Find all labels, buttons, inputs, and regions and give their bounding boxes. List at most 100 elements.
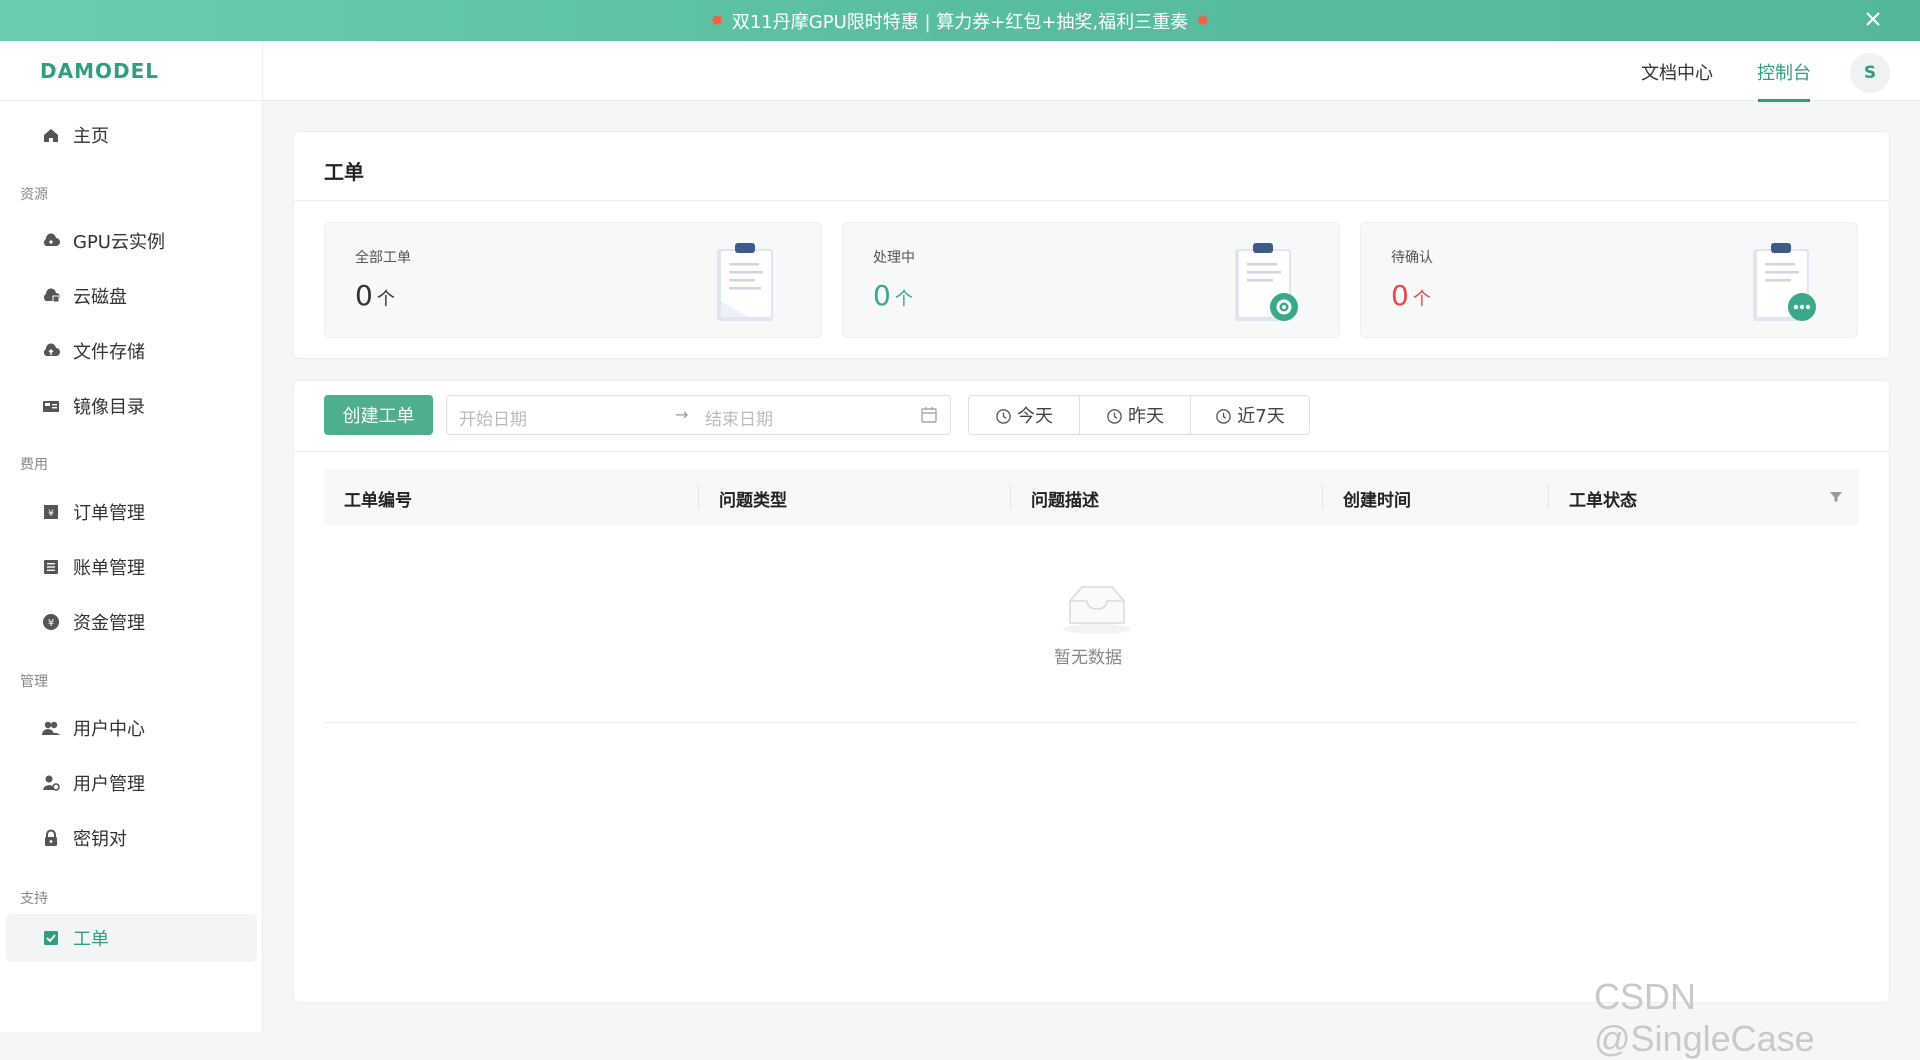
image-catalog-icon	[43, 401, 59, 412]
stat-unit: 个	[376, 289, 395, 310]
column-separator	[1010, 485, 1011, 509]
sidebar-item-label: 用户管理	[73, 774, 145, 795]
bill-icon	[44, 560, 58, 574]
nav-group-management: 管理	[20, 674, 48, 690]
close-icon[interactable]	[1862, 8, 1884, 30]
svg-text:¥: ¥	[48, 618, 54, 629]
home-icon	[44, 129, 58, 142]
clock-icon	[1107, 408, 1122, 424]
cloud-upload-icon	[43, 343, 60, 356]
sidebar-item-orders[interactable]: ¥ 订单管理	[6, 488, 257, 536]
stat-pending-confirm: 待确认 0个	[1360, 222, 1858, 338]
sidebar-item-label: 用户中心	[73, 719, 145, 740]
sidebar-item-images[interactable]: 镜像目录	[6, 382, 257, 430]
sidebar-item-storage[interactable]: 文件存储	[6, 327, 257, 375]
funds-icon: ¥	[43, 614, 59, 630]
sidebar-item-tickets[interactable]: 工单	[6, 914, 257, 962]
column-ticket-status[interactable]: 工单状态	[1569, 486, 1637, 511]
calendar-icon	[921, 407, 937, 423]
today-label: 今天	[1017, 406, 1053, 427]
sidebar-item-user-manage[interactable]: 用户管理	[6, 759, 257, 807]
spark-icon: ✸	[1196, 11, 1210, 30]
sidebar-item-user-center[interactable]: 用户中心	[6, 704, 257, 752]
column-issue-type[interactable]: 问题类型	[719, 486, 787, 511]
last-7-days-button[interactable]: 近7天	[1190, 395, 1310, 435]
column-issue-desc[interactable]: 问题描述	[1031, 486, 1099, 511]
stat-number: 0	[873, 279, 891, 312]
column-separator	[1548, 485, 1549, 509]
ticket-check-icon	[44, 931, 58, 945]
sidebar-item-home[interactable]: 主页	[6, 111, 257, 159]
table-header: 工单编号 问题类型 问题描述 创建时间 工单状态	[324, 469, 1859, 525]
sidebar-item-label: 主页	[73, 126, 109, 147]
docs-link[interactable]: 文档中心	[1641, 59, 1713, 85]
sidebar-item-funds[interactable]: ¥ 资金管理	[6, 598, 257, 646]
spark-icon: ✸	[710, 11, 724, 30]
nav-group-support: 支持	[20, 891, 48, 907]
stat-all-tickets: 全部工单 0个	[324, 222, 822, 338]
avatar[interactable]: S	[1850, 53, 1890, 93]
range-arrow-icon: →	[675, 405, 689, 424]
ticket-summary-card: 工单 全部工单 0个 处理中 0个 待确认 0 个	[293, 131, 1890, 359]
create-ticket-button[interactable]: 创建工单	[324, 395, 433, 435]
nav-group-fees: 费用	[20, 457, 48, 473]
stat-number: 0	[355, 279, 373, 312]
divider	[294, 200, 1889, 201]
sidebar-item-bills[interactable]: 账单管理	[6, 543, 257, 591]
clipboard-gear-icon	[1235, 243, 1298, 321]
sidebar-item-label: GPU云实例	[73, 232, 165, 253]
column-separator	[698, 485, 699, 509]
banner-text[interactable]: 双11丹摩GPU限时特惠 | 算力券+红包+抽奖,福利三重奏	[732, 8, 1188, 34]
order-icon: ¥	[44, 505, 58, 519]
column-separator	[1322, 485, 1323, 509]
top-header: 文档中心 控制台	[263, 41, 1920, 101]
column-ticket-id[interactable]: 工单编号	[344, 486, 412, 511]
date-range-picker[interactable]: 开始日期 → 结束日期	[446, 395, 951, 435]
stat-number: 0	[1391, 279, 1409, 312]
cloud-icon	[43, 233, 60, 246]
sidebar-item-label: 工单	[73, 929, 109, 950]
yesterday-button[interactable]: 昨天	[1079, 395, 1191, 435]
empty-inbox-icon	[1063, 586, 1131, 634]
promo-banner[interactable]: ✸ 双11丹摩GPU限时特惠 | 算力券+红包+抽奖,福利三重奏 ✸	[0, 0, 1920, 41]
sidebar-item-keys[interactable]: 密钥对	[6, 814, 257, 862]
sidebar-item-gpu[interactable]: GPU云实例	[6, 217, 257, 265]
svg-text:¥: ¥	[48, 509, 54, 519]
sidebar-item-label: 镜像目录	[73, 397, 145, 418]
column-created-time[interactable]: 创建时间	[1343, 486, 1411, 511]
stat-label: 处理中	[873, 250, 915, 266]
users-icon	[42, 721, 60, 735]
yesterday-label: 昨天	[1128, 406, 1164, 427]
console-link[interactable]: 控制台	[1757, 59, 1811, 85]
stat-unit: 个	[1412, 289, 1431, 310]
stat-value: 0个	[355, 279, 395, 312]
clipboard-more-icon	[1753, 243, 1816, 321]
filter-icon[interactable]	[1829, 490, 1843, 504]
user-settings-icon	[43, 775, 60, 791]
stat-unit: 个	[894, 289, 913, 310]
sidebar-item-label: 密钥对	[73, 829, 127, 850]
page-title: 工单	[324, 160, 364, 184]
sidebar-item-label: 资金管理	[73, 613, 145, 634]
sidebar-item-disk[interactable]: 云磁盘	[6, 272, 257, 320]
sidebar-item-label: 账单管理	[73, 558, 145, 579]
sidebar: DAMODEL 主页 资源 GPU云实例 云磁盘 文件存储 镜像目录 费用 ¥ …	[0, 41, 263, 1032]
end-date-input[interactable]: 结束日期	[705, 405, 773, 430]
clipboard-icon	[717, 243, 773, 321]
sidebar-item-label: 云磁盘	[73, 287, 127, 308]
today-button[interactable]: 今天	[968, 395, 1080, 435]
clock-icon	[996, 408, 1011, 424]
clock-icon	[1216, 408, 1232, 424]
nav-group-resources: 资源	[20, 187, 48, 203]
stat-processing: 处理中 0个	[842, 222, 1340, 338]
empty-text: 暂无数据	[1054, 648, 1122, 668]
watermark: CSDN @SingleCase	[1594, 976, 1815, 1059]
lock-icon	[45, 829, 57, 846]
stat-label: 待确认	[1391, 250, 1433, 266]
cloud-disk-icon	[43, 288, 60, 303]
start-date-input[interactable]: 开始日期	[459, 405, 527, 430]
logo[interactable]: DAMODEL	[0, 41, 262, 101]
last-7-days-label: 近7天	[1237, 406, 1285, 427]
stat-value: 0个	[1391, 279, 1431, 312]
stat-label: 全部工单	[355, 250, 411, 266]
